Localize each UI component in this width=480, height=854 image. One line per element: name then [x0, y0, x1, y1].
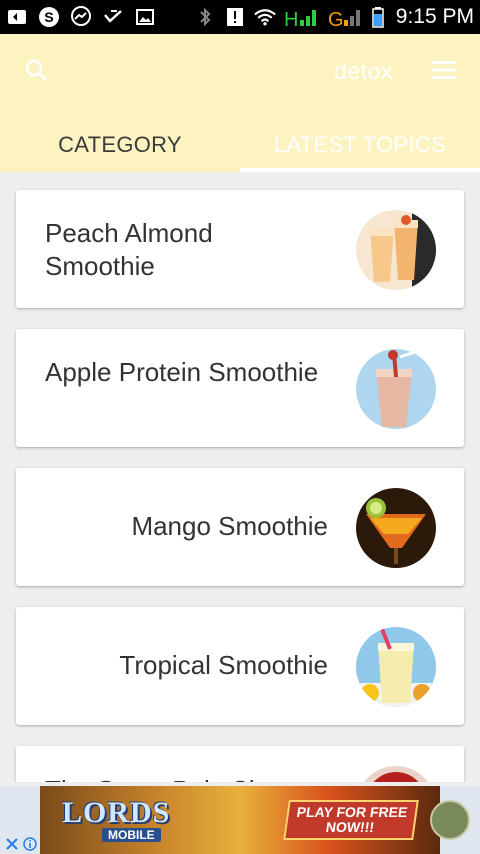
list-item[interactable]: Mango Smoothie: [16, 468, 464, 586]
menu-icon[interactable]: [428, 56, 460, 84]
ad-cta-line1: PLAY FOR FREE: [295, 804, 409, 820]
ad-cta-line2: NOW!!!: [324, 819, 376, 835]
app-title: detox: [334, 58, 393, 84]
ad-image[interactable]: LORDS MOBILE PLAY FOR FREE NOW!!!: [40, 786, 440, 854]
message-icon: [6, 6, 28, 28]
ad-logo-sub: MOBILE: [102, 828, 161, 842]
wifi-icon: [253, 6, 276, 28]
tab-bar: CATEGORY LATEST TOPICS: [0, 118, 480, 172]
search-icon[interactable]: [22, 56, 50, 84]
skype-icon: S: [38, 6, 60, 28]
svg-text:H: H: [284, 9, 298, 28]
stone-fruit-smoothie-image: [356, 766, 436, 782]
mango-smoothie-image: [356, 488, 436, 568]
recipe-title: Mango Smoothie: [131, 511, 328, 541]
recipe-title: The Stone Pale Sho...: [45, 774, 328, 782]
close-icon[interactable]: [4, 836, 20, 852]
status-time: 9:15 PM: [395, 5, 474, 28]
ad-banner[interactable]: LORDS MOBILE PLAY FOR FREE NOW!!!: [0, 786, 480, 854]
tab-latest-topics[interactable]: LATEST TOPICS: [240, 118, 480, 172]
tab-category[interactable]: CATEGORY: [0, 118, 240, 172]
apple-protein-smoothie-image: [356, 349, 436, 429]
svg-text:S: S: [44, 9, 53, 25]
peach-almond-smoothie-image: [356, 210, 436, 290]
recipe-title: Peach Almond Smoothie: [45, 218, 213, 281]
battery-icon: [372, 6, 384, 28]
ad-logo: LORDS: [62, 796, 171, 829]
tropical-smoothie-image: [356, 627, 436, 707]
recipe-title: Tropical Smoothie: [119, 650, 328, 680]
check-icon: [102, 6, 124, 28]
ad-emblem-icon: [430, 800, 470, 840]
status-bar: S H G 9:15 PM: [0, 0, 480, 34]
bluetooth-icon: [194, 6, 216, 28]
image-icon: [134, 6, 156, 28]
messenger-icon: [70, 6, 92, 28]
list-item[interactable]: Apple Protein Smoothie: [16, 329, 464, 447]
list-item[interactable]: The Stone Pale Sho...: [16, 746, 464, 782]
ad-cta-button[interactable]: PLAY FOR FREE NOW!!!: [283, 800, 419, 840]
app-bar: detox CATEGORY LATEST TOPICS: [0, 34, 480, 172]
alert-icon: [224, 6, 246, 28]
g-signal-icon: G: [328, 6, 364, 28]
recipe-list[interactable]: Peach Almond Smoothie Apple Protein Smoo…: [0, 172, 480, 782]
h-signal-icon: H: [284, 6, 320, 28]
list-item[interactable]: Peach Almond Smoothie: [16, 190, 464, 308]
info-icon[interactable]: [22, 836, 38, 852]
svg-text:G: G: [328, 9, 344, 28]
list-item[interactable]: Tropical Smoothie: [16, 607, 464, 725]
recipe-title: Apple Protein Smoothie: [45, 357, 319, 387]
